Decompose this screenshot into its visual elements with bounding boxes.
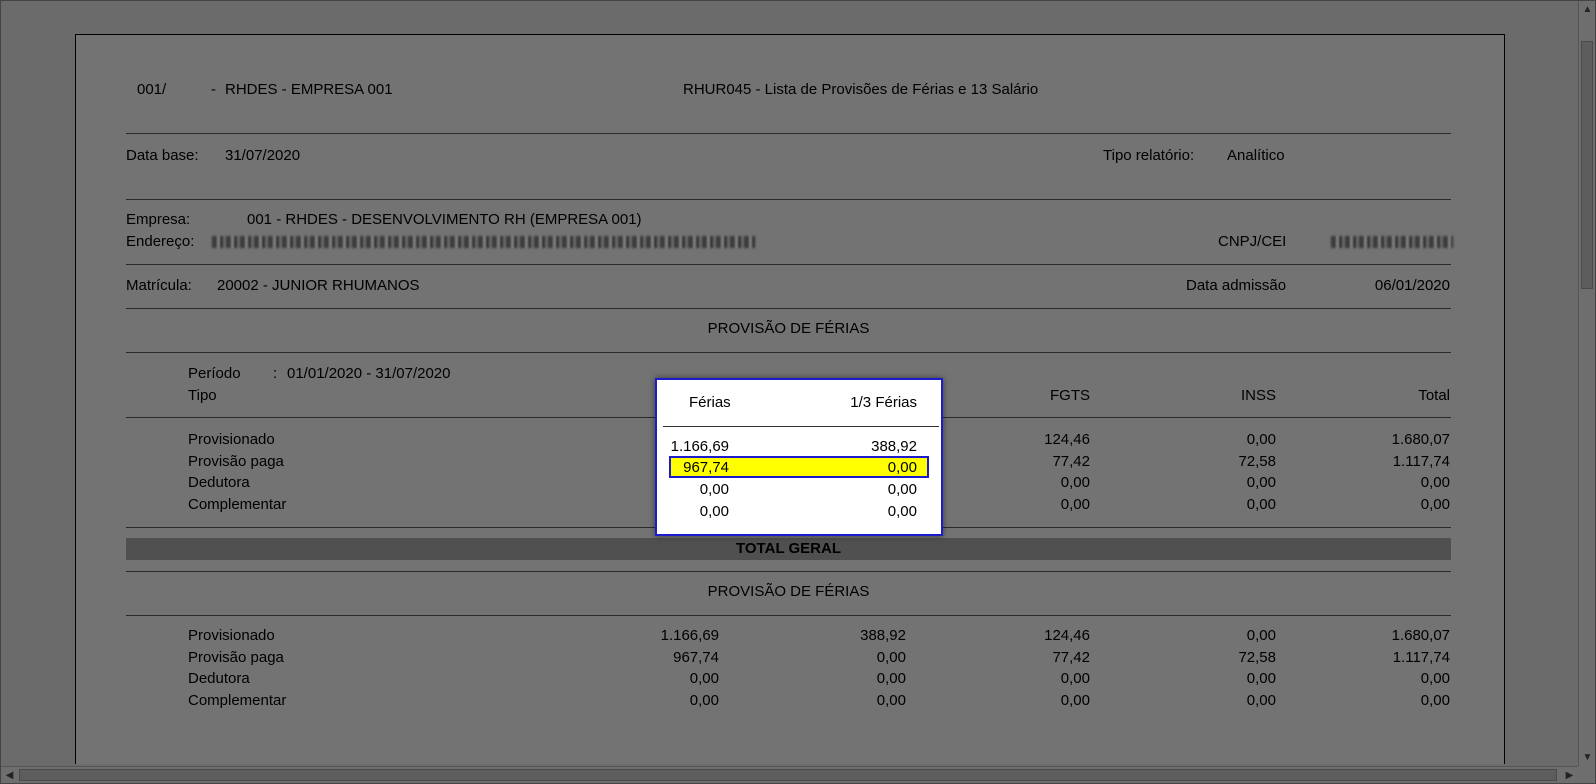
cell-ferias: 0,00 xyxy=(699,503,729,520)
company-name: RHDES - EMPRESA 001 xyxy=(225,81,393,98)
report-title: RHUR045 - Lista de Provisões de Férias e… xyxy=(683,81,1039,98)
cell-ferias: 0,00 xyxy=(699,481,729,498)
cell-inss: 72,58 xyxy=(1238,453,1276,470)
cell-terco-ferias: 0,00 xyxy=(876,670,906,687)
cell-inss: 0,00 xyxy=(1246,431,1276,448)
total-geral-bar: TOTAL GERAL xyxy=(126,538,1451,560)
divider xyxy=(126,308,1451,309)
scrollbar-corner xyxy=(1578,766,1595,783)
cell-total: 0,00 xyxy=(1420,692,1450,709)
cell-ferias: 0,00 xyxy=(689,670,719,687)
scroll-left-icon[interactable]: ◀ xyxy=(1,767,18,784)
periodo-separator: : xyxy=(273,365,278,382)
cell-total: 1.680,07 xyxy=(1391,627,1450,644)
row-label: Complementar xyxy=(188,496,287,513)
report-type-value: Analítico xyxy=(1227,147,1285,164)
redacted-address xyxy=(212,236,755,248)
matricula-value: 20002 - JUNIOR RHUMANOS xyxy=(217,277,420,294)
horizontal-scroll-thumb[interactable] xyxy=(19,769,1557,781)
cell-inss: 0,00 xyxy=(1246,496,1276,513)
cell-fgts: 77,42 xyxy=(1052,453,1090,470)
row-label: Provisão paga xyxy=(188,649,284,666)
periodo-value: 01/01/2020 - 31/07/2020 xyxy=(287,365,451,382)
cell-ferias-highlighted: 967,74 xyxy=(683,459,729,476)
cell-total: 1.117,74 xyxy=(1392,453,1450,470)
tipo-label: Tipo xyxy=(188,387,217,404)
section-title: PROVISÃO DE FÉRIAS xyxy=(707,320,870,337)
row-label: Provisionado xyxy=(188,431,275,448)
cell-total: 0,00 xyxy=(1420,496,1450,513)
cell-inss: 0,00 xyxy=(1246,670,1276,687)
callout-divider xyxy=(663,426,939,427)
cell-total: 1.117,74 xyxy=(1392,649,1450,666)
highlighted-row: 967,74 0,00 xyxy=(669,456,929,478)
column-header-inss: INSS xyxy=(1240,387,1276,404)
row-label: Complementar xyxy=(188,692,287,709)
date-base-label: Data base: xyxy=(126,147,199,164)
cell-fgts: 0,00 xyxy=(1060,670,1090,687)
column-header-total: Total xyxy=(1418,387,1450,404)
section-title-total: PROVISÃO DE FÉRIAS xyxy=(707,583,870,600)
date-base-value: 31/07/2020 xyxy=(225,147,301,164)
cell-terco-ferias: 388,92 xyxy=(871,438,917,455)
scroll-right-icon[interactable]: ▶ xyxy=(1561,767,1578,784)
row-label: Dedutora xyxy=(188,474,250,491)
admission-label: Data admissão xyxy=(1186,277,1287,294)
admission-value: 06/01/2020 xyxy=(1374,277,1450,294)
cell-fgts: 124,46 xyxy=(1044,627,1090,644)
cell-ferias: 967,74 xyxy=(673,649,719,666)
periodo-label: Período xyxy=(188,365,241,382)
matricula-label: Matrícula: xyxy=(126,277,192,294)
endereco-label: Endereço: xyxy=(126,233,195,250)
cell-fgts: 124,46 xyxy=(1044,431,1090,448)
divider xyxy=(126,199,1451,200)
divider xyxy=(126,571,1451,572)
cell-fgts: 0,00 xyxy=(1060,474,1090,491)
report-type-label: Tipo relatório: xyxy=(1103,147,1195,164)
row-label: Provisionado xyxy=(188,627,275,644)
cell-terco-ferias: 0,00 xyxy=(887,481,917,498)
divider xyxy=(126,264,1451,265)
cell-inss: 72,58 xyxy=(1238,649,1276,666)
cell-terco-ferias: 0,00 xyxy=(876,649,906,666)
cell-ferias: 1.166,69 xyxy=(660,627,719,644)
cell-terco-ferias-highlighted: 0,00 xyxy=(887,459,917,476)
vertical-scrollbar[interactable]: ▲ ▼ xyxy=(1578,1,1595,766)
empresa-label: Empresa: xyxy=(126,211,191,228)
scroll-up-icon[interactable]: ▲ xyxy=(1579,1,1596,18)
divider xyxy=(126,133,1451,134)
cnpj-label: CNPJ/CEI xyxy=(1218,233,1287,250)
cell-inss: 0,00 xyxy=(1246,474,1276,491)
cell-fgts: 0,00 xyxy=(1060,692,1090,709)
column-header-ferias: Férias xyxy=(689,394,731,411)
cell-terco-ferias: 388,92 xyxy=(860,627,906,644)
cell-ferias: 0,00 xyxy=(689,692,719,709)
cell-ferias: 1.166,69 xyxy=(670,438,729,455)
row-label: Dedutora xyxy=(188,670,250,687)
divider xyxy=(126,352,1451,353)
cell-terco-ferias: 0,00 xyxy=(887,503,917,520)
redacted-cnpj xyxy=(1331,236,1453,248)
cell-fgts: 77,42 xyxy=(1052,649,1090,666)
column-header-terco-ferias: 1/3 Férias xyxy=(850,394,917,411)
company-dash: - xyxy=(211,81,216,98)
vertical-scroll-thumb[interactable] xyxy=(1581,41,1593,289)
scroll-down-icon[interactable]: ▼ xyxy=(1579,749,1596,766)
cell-inss: 0,00 xyxy=(1246,692,1276,709)
cell-inss: 0,00 xyxy=(1246,627,1276,644)
cell-total: 0,00 xyxy=(1420,670,1450,687)
divider xyxy=(126,615,1451,616)
cell-total: 0,00 xyxy=(1420,474,1450,491)
cell-fgts: 0,00 xyxy=(1060,496,1090,513)
empresa-value: 001 - RHDES - DESENVOLVIMENTO RH (EMPRES… xyxy=(247,211,642,228)
cell-total: 1.680,07 xyxy=(1391,431,1450,448)
company-code: 001/ xyxy=(137,81,167,98)
column-header-fgts: FGTS xyxy=(1050,387,1090,404)
horizontal-scrollbar[interactable]: ◀ ▶ xyxy=(1,766,1578,783)
row-label: Provisão paga xyxy=(188,453,284,470)
highlight-callout: Férias 1/3 Férias 1.166,69 388,92 967,74… xyxy=(655,378,943,536)
cell-terco-ferias: 0,00 xyxy=(876,692,906,709)
